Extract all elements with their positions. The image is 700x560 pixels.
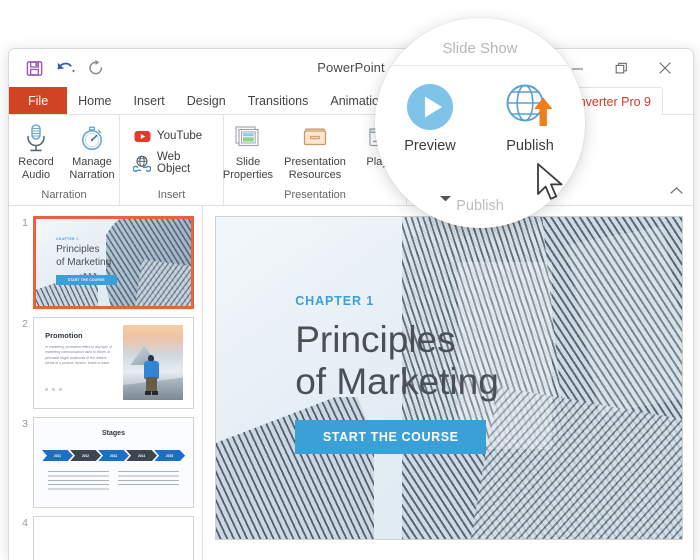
- magnified-publish-label: Publish: [506, 138, 554, 154]
- thumbnail-number-2: 2: [22, 318, 28, 331]
- thumb3-text-right: [118, 471, 179, 487]
- thumbnail-number-3: 3: [22, 417, 28, 430]
- slide-title-line1: Principles: [295, 319, 456, 361]
- thumb1-title-line1: Principles: [56, 244, 100, 256]
- slide-building-left: [216, 397, 375, 539]
- slide-title-line2: of Marketing: [295, 361, 499, 403]
- thumb3-arrow-chain: 2011 2012 2013 2014 2015: [41, 449, 186, 462]
- thumbnail-slide-1[interactable]: CHAPTER 1 Principles of Marketing START …: [33, 216, 194, 310]
- ribbon: Record Audio Manage Narration Narration …: [9, 115, 693, 206]
- thumb1-cta-label: START THE COURSE: [67, 278, 105, 283]
- tab-design[interactable]: Design: [176, 87, 237, 114]
- preview-play-icon: [404, 80, 456, 134]
- tab-home[interactable]: Home: [67, 87, 122, 114]
- slide-properties-label: Slide Properties: [222, 156, 274, 181]
- record-audio-label: Record Audio: [18, 156, 54, 181]
- web-object-icon: [133, 154, 151, 172]
- slide-editor-pane: CHAPTER 1 Principles of Marketing START …: [203, 206, 693, 560]
- thumb3-arrow-5: 2015: [154, 449, 186, 462]
- magnified-publish-button[interactable]: Publish: [493, 80, 567, 154]
- thumbnail-row-3[interactable]: 3 Stages 2011 2012 2013 2014 2015: [9, 409, 202, 509]
- mouse-cursor-icon: [536, 163, 570, 210]
- magnifier-divider: [389, 65, 571, 66]
- ribbon-group-insert: YouTube Web Object Insert: [119, 115, 223, 205]
- slide-properties-button[interactable]: Slide Properties: [220, 119, 276, 181]
- current-slide[interactable]: CHAPTER 1 Principles of Marketing START …: [215, 216, 683, 540]
- magnified-publish-group: Preview Publish: [375, 80, 585, 154]
- thumbnail-number-4: 4: [22, 517, 28, 530]
- magnified-tab-slide-show[interactable]: Slide Show: [375, 40, 585, 57]
- ribbon-group-narration: Record Audio Manage Narration Narration: [9, 115, 119, 205]
- thumb2-photo: [123, 325, 184, 401]
- thumb2-dots: [45, 387, 63, 391]
- ribbon-tab-strip: File Home Insert Design Transitions Anim…: [9, 87, 693, 116]
- resources-folder-icon: [301, 122, 329, 154]
- work-area: 1 CHAPTER 1 Principles of Marketing STAR…: [9, 206, 693, 560]
- collapse-ribbon-icon[interactable]: [670, 182, 683, 200]
- slide-thumbnail-pane[interactable]: 1 CHAPTER 1 Principles of Marketing STAR…: [9, 206, 203, 560]
- magnified-preview-button[interactable]: Preview: [393, 80, 467, 154]
- presentation-resources-label: Presentation Resources: [284, 156, 346, 181]
- close-button[interactable]: [643, 53, 687, 83]
- tab-transitions[interactable]: Transitions: [237, 87, 320, 114]
- thumb1-cta-button[interactable]: START THE COURSE: [56, 274, 117, 286]
- thumb1-building-right: [105, 219, 191, 307]
- thumb2-body: In marketing, promotion refers to any ty…: [45, 345, 112, 366]
- thumbnail-row-1[interactable]: 1 CHAPTER 1 Principles of Marketing STAR…: [9, 212, 202, 310]
- thumb3-arrow-3: 2013: [98, 449, 130, 462]
- presentation-resources-button[interactable]: Presentation Resources: [278, 119, 352, 181]
- magnified-preview-label: Preview: [404, 138, 456, 154]
- youtube-label: YouTube: [157, 130, 203, 142]
- ribbon-group-label-narration: Narration: [41, 189, 87, 201]
- web-object-label: Web Object: [157, 151, 191, 175]
- slide-properties-icon: [233, 122, 263, 154]
- thumb3-arrow-1: 2011: [41, 449, 73, 462]
- manage-narration-label: Manage Narration: [69, 156, 115, 181]
- slide-eyebrow: CHAPTER 1: [295, 294, 375, 309]
- stopwatch-icon: [77, 122, 107, 154]
- tab-file[interactable]: File: [9, 87, 68, 114]
- thumb3-arrow-4: 2014: [126, 449, 158, 462]
- title-bar: PowerPoint: [9, 49, 693, 87]
- record-audio-button[interactable]: Record Audio: [9, 119, 64, 181]
- publish-globe-icon: [501, 80, 559, 134]
- thumbnail-row-4[interactable]: 4: [9, 508, 202, 560]
- thumbnail-number-1: 1: [22, 217, 28, 229]
- tab-insert[interactable]: Insert: [123, 87, 176, 114]
- ribbon-group-label-insert: Insert: [157, 189, 186, 201]
- web-object-button[interactable]: Web Object: [131, 148, 215, 178]
- thumbnail-slide-4[interactable]: [33, 516, 194, 560]
- slide-cta-label: START THE COURSE: [322, 429, 459, 444]
- thumb3-text-left: [48, 471, 109, 491]
- microphone-icon: [23, 122, 49, 154]
- thumbnail-slide-2[interactable]: Promotion In marketing, promotion refers…: [33, 317, 194, 409]
- powerpoint-window: PowerPoint File Home Insert Design Trans…: [8, 48, 694, 560]
- thumb3-arrow-2: 2012: [69, 449, 101, 462]
- thumb2-title: Promotion: [45, 330, 83, 340]
- manage-narration-button[interactable]: Manage Narration: [64, 119, 120, 181]
- restore-button[interactable]: [599, 53, 643, 83]
- thumbnail-slide-3[interactable]: Stages 2011 2012 2013 2014 2015: [33, 416, 194, 509]
- thumb1-eyebrow: CHAPTER 1: [56, 237, 79, 242]
- thumbnail-row-2[interactable]: 2 Promotion In marketing, promotion refe…: [9, 309, 202, 409]
- slide-cta-button[interactable]: START THE COURSE: [295, 419, 487, 454]
- youtube-button[interactable]: YouTube: [131, 124, 204, 148]
- youtube-icon: [133, 127, 151, 145]
- thumb1-title-line2: of Marketing: [56, 257, 112, 269]
- thumb3-title: Stages: [102, 430, 125, 438]
- powerpoint-screenshot: PowerPoint File Home Insert Design Trans…: [0, 0, 700, 560]
